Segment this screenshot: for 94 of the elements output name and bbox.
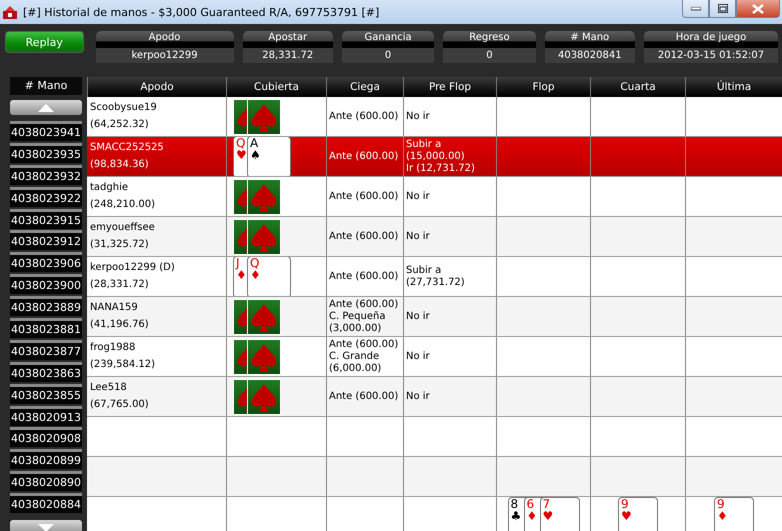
action-text: Subir a (15,000.00) Ir (12,731.72) — [406, 138, 476, 174]
player-name: kerpoo12299 (D) — [90, 262, 176, 274]
hand-number-item[interactable]: 4038020890 — [10, 471, 82, 492]
playing-card: 9 ♥ — [618, 497, 658, 531]
hand-number-item[interactable]: 4038023881 — [10, 318, 82, 338]
chip-stack: (248,210.00) — [90, 199, 156, 212]
table-row[interactable]: emyoueffsee (31,325.72) Ante (600.00) No ir — [87, 217, 782, 257]
hand-number-item[interactable]: 4038020908 — [10, 427, 82, 448]
action-text: No ir — [406, 110, 431, 122]
hand-number-item[interactable]: 4038023877 — [10, 340, 82, 360]
action-text: No ir — [406, 390, 431, 402]
replay-button[interactable]: Replay — [5, 31, 84, 53]
card-back — [247, 298, 281, 334]
scroll-down-button[interactable] — [10, 520, 82, 531]
table-row[interactable]: NANA159 (41,196.76) Ante (600.00) C. Pequeña (3,000.00) No ir — [87, 297, 782, 337]
close-button[interactable] — [736, 0, 780, 18]
table-row[interactable]: Lee518 (67,765.00) Ante (600.00) No ir — [87, 377, 782, 417]
chip-stack: (31,325.72) — [90, 239, 150, 252]
summary-label: Apostar — [242, 31, 333, 48]
player-name: tadghie — [90, 182, 130, 194]
summary-label: Hora de juego — [644, 31, 778, 48]
hand-number-item[interactable]: 4038023932 — [10, 164, 82, 185]
card-back — [247, 378, 281, 414]
card-back — [247, 218, 281, 254]
blind-text: Ante (600.00) — [329, 110, 400, 122]
action-text: Subir a (27,731.72) — [406, 264, 466, 288]
window-title: [#] Historial de manos - $3,000 Guaranteed R/A, 697753791 [#] — [23, 6, 380, 18]
hand-number-item[interactable]: 4038023935 — [10, 142, 82, 163]
blind-text: Ante (600.00) — [329, 150, 400, 162]
column-header: # Mano — [10, 77, 82, 95]
summary-value: 0 — [443, 48, 536, 63]
maximize-button[interactable] — [709, 0, 736, 18]
blind-text: Ante (600.00) — [329, 190, 400, 202]
app-icon — [2, 4, 18, 20]
hand-number-item[interactable]: 4038023889 — [10, 296, 82, 316]
player-name: frog1988 — [90, 342, 136, 354]
card-back — [247, 178, 281, 214]
close-icon — [752, 4, 764, 14]
hand-number-item[interactable]: 4038020899 — [10, 449, 82, 470]
minimize-icon — [690, 6, 700, 10]
table-row[interactable]: Scoobysue19 (64,252.32) Ante (600.00) No ir — [87, 97, 782, 137]
playing-card: 9 ♦ — [714, 497, 754, 531]
player-name: SMACC252525 — [90, 142, 165, 154]
playing-card: 7 ♥ — [540, 497, 580, 531]
hand-number-item[interactable]: 4038020884 — [10, 493, 82, 514]
chip-stack: (239,584.12) — [90, 359, 156, 372]
blind-text: Ante (600.00) — [329, 230, 400, 242]
hand-number-item[interactable]: 4038023912 — [10, 230, 82, 250]
hand-number-item[interactable]: 4038023922 — [10, 186, 82, 207]
triangle-down-icon — [38, 524, 54, 531]
triangle-up-icon — [38, 104, 54, 112]
card-back — [247, 338, 281, 374]
card-back — [247, 98, 281, 134]
table-row[interactable]: frog1988 (239,584.12) Ante (600.00) C. Grande (6,000.00) No ir — [87, 337, 782, 377]
hand-number-item[interactable]: 4038023863 — [10, 362, 82, 382]
summary-value: 2012-03-15 01:52:07 — [644, 48, 778, 63]
summary-label: # Mano — [544, 31, 635, 48]
chip-stack: (67,765.00) — [90, 399, 150, 412]
playing-card: A ♠ — [247, 137, 291, 176]
player-name: NANA159 — [90, 302, 139, 314]
hand-number-item[interactable]: 4038023900 — [10, 274, 82, 294]
chip-stack: (64,252.32) — [90, 119, 150, 132]
summary-label: Regreso — [443, 31, 536, 48]
chip-stack: (28,331.72) — [90, 279, 150, 292]
action-text: No ir — [406, 190, 431, 202]
blind-text: Ante (600.00) C. Grande (6,000.00) — [329, 338, 400, 374]
player-name: emyoueffsee — [90, 222, 156, 234]
action-text: No ir — [406, 230, 431, 242]
hand-number-item[interactable]: 4038023915 — [10, 208, 82, 229]
minimize-button[interactable] — [682, 0, 709, 18]
table-row[interactable]: SMACC252525 (98,834.36) Q ♥ A ♠ Ante (600.00) Subir a (15,000.00) Ir (12,731.72) — [87, 137, 782, 177]
blind-text: Ante (600.00) — [329, 270, 400, 282]
summary-value: kerpoo12299 — [96, 48, 234, 63]
action-text: No ir — [406, 350, 431, 362]
summary-label: Apodo — [96, 31, 234, 48]
hand-number-item[interactable]: 4038023855 — [10, 384, 82, 404]
action-text: No ir — [406, 310, 431, 322]
playing-card: Q ♦ — [247, 257, 291, 296]
hand-number-item[interactable]: 4038023906 — [10, 252, 82, 272]
scroll-up-button[interactable] — [10, 100, 82, 115]
blind-text: Ante (600.00) C. Pequeña (3,000.00) — [329, 298, 400, 334]
blind-text: Ante (600.00) — [329, 390, 400, 402]
player-name: Lee518 — [90, 382, 128, 394]
summary-value: 0 — [342, 48, 434, 63]
summary-value: 4038020841 — [544, 48, 635, 63]
chip-stack: (98,834.36) — [90, 159, 150, 172]
hand-number-item[interactable]: 4038020913 — [10, 406, 82, 426]
maximize-icon — [718, 4, 728, 13]
player-name: Scoobysue19 — [90, 102, 158, 114]
summary-value: 28,331.72 — [242, 48, 333, 63]
hand-number-item[interactable]: 4038023941 — [10, 121, 82, 141]
table-row[interactable]: tadghie (248,210.00) Ante (600.00) No ir — [87, 177, 782, 217]
summary-label: Ganancia — [342, 31, 434, 48]
chip-stack: (41,196.76) — [90, 319, 150, 332]
